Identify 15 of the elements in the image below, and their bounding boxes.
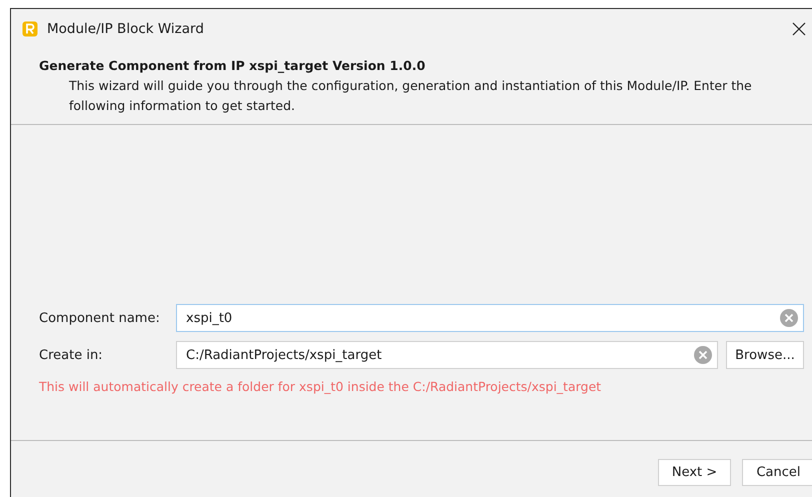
clear-icon[interactable] [780,309,798,327]
window-title: Module/IP Block Wizard [47,20,204,36]
header-title: Generate Component from IP xspi_target Version 1.0.0 [39,58,426,73]
text-field[interactable]: xspi_t0 [176,304,804,332]
close-icon[interactable] [792,22,806,36]
field-label: Component name: [39,310,161,326]
header-description: This wizard will guide you through the configuration, generation and instantiation of this Module/IP. Enter the following information to get started. [68,77,753,115]
cancel-button[interactable]: Cancel [742,458,812,486]
clear-icon[interactable] [694,346,712,364]
text-field[interactable]: C:/RadiantProjects/xspi_target [176,341,718,369]
field-label: Create in: [39,348,104,362]
app-logo-icon [22,20,38,36]
info-message: This will automatically create a folder for xspi_t0 inside the C:/RadiantProjects/xspi_target [39,379,602,394]
next-button[interactable]: Next > [658,458,731,486]
browse-button[interactable]: Browse... [726,341,804,369]
